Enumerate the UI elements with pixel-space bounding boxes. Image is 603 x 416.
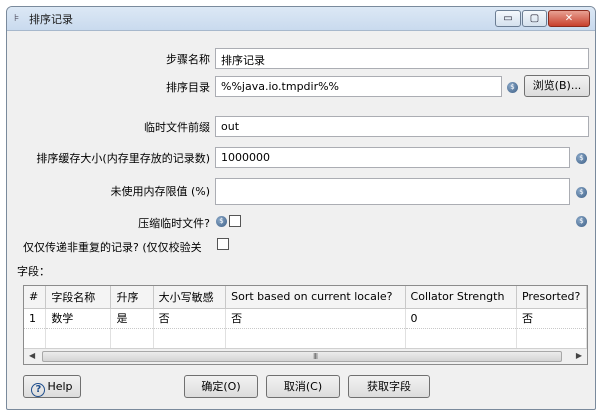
table-cell[interactable] [153, 328, 227, 349]
scroll-right-icon[interactable]: ▶ [576, 351, 582, 360]
step-name-label: 步骤名称 [166, 53, 210, 66]
ok-button[interactable]: 确定(O) [184, 375, 258, 398]
scroll-left-icon[interactable]: ◀ [29, 351, 35, 360]
browse-button[interactable]: 浏览(B)... [524, 75, 590, 97]
horizontal-scrollbar[interactable]: ◀ III ▶ [24, 348, 587, 364]
tmp-prefix-input[interactable]: out [215, 116, 589, 137]
table-row[interactable]: 1 数学 是 否 否 0 否 [24, 308, 587, 329]
sort-size-label: 排序缓存大小(内存里存放的记录数) [36, 152, 210, 165]
unique-rows-label: 仅仅传递非重复的记录? (仅仅校验关 [23, 241, 202, 254]
help-icon: ? [31, 383, 46, 397]
minimize-button[interactable]: ▭ [495, 10, 521, 27]
variable-icon[interactable]: $ [576, 216, 587, 227]
column-header[interactable]: Collator Strength [405, 286, 517, 309]
tmp-prefix-label: 临时文件前缀 [144, 121, 210, 134]
cancel-button[interactable]: 取消(C) [266, 375, 340, 398]
compress-label: 压缩临时文件? [138, 217, 210, 230]
help-button[interactable]: ? Help [23, 375, 81, 398]
table-cell[interactable]: 数学 [45, 308, 112, 329]
column-header[interactable]: 升序 [110, 286, 154, 309]
help-label: Help [47, 380, 73, 393]
variable-icon[interactable]: $ [576, 187, 587, 198]
get-fields-button[interactable]: 获取字段 [348, 375, 430, 398]
column-header[interactable]: # [24, 286, 47, 309]
sort-size-input[interactable]: 1000000 [215, 147, 570, 168]
table-cell[interactable] [110, 328, 154, 349]
table-header-row: # 字段名称 升序 大小写敏感 Sort based on current lo… [24, 286, 587, 309]
scroll-thumb[interactable]: III [42, 351, 562, 362]
table-cell[interactable]: 0 [405, 308, 517, 329]
variable-icon[interactable]: $ [507, 82, 518, 93]
sort-dir-label: 排序目录 [166, 81, 210, 94]
table-cell[interactable]: 否 [153, 308, 227, 329]
table-cell[interactable] [405, 328, 517, 349]
table-cell[interactable]: 否 [516, 308, 587, 329]
table-cell[interactable]: 否 [225, 308, 406, 329]
table-cell[interactable] [516, 328, 587, 349]
window-title: 排序记录 [29, 13, 73, 26]
table-cell[interactable] [225, 328, 406, 349]
table-cell[interactable] [45, 328, 112, 349]
sort-dir-input[interactable]: %%java.io.tmpdir%% [215, 76, 502, 97]
unique-rows-checkbox[interactable] [217, 238, 229, 250]
step-name-input[interactable]: 排序记录 [215, 48, 589, 69]
app-icon: ⊧ [14, 13, 20, 24]
column-header[interactable]: 字段名称 [45, 286, 112, 309]
fields-label: 字段： [17, 265, 50, 278]
fields-table: # 字段名称 升序 大小写敏感 Sort based on current lo… [23, 285, 588, 365]
free-mem-input[interactable] [215, 178, 570, 205]
sort-rows-dialog: ⊧ 排序记录 ▭ ▢ ✕ 步骤名称 排序记录 排序目录 %%java.io.tm… [6, 6, 596, 410]
table-cell[interactable]: 是 [110, 308, 154, 329]
variable-icon[interactable]: $ [576, 153, 587, 164]
free-mem-label: 未使用内存限值 (%) [110, 185, 210, 198]
column-header[interactable]: Sort based on current locale? [225, 286, 406, 309]
maximize-button[interactable]: ▢ [522, 10, 547, 27]
table-cell[interactable]: 1 [24, 308, 47, 329]
column-header[interactable]: Presorted? [516, 286, 587, 309]
close-button[interactable]: ✕ [548, 10, 590, 27]
compress-checkbox[interactable] [229, 215, 241, 227]
scroll-grip: III [313, 352, 318, 361]
column-header[interactable]: 大小写敏感 [153, 286, 227, 309]
table-cell[interactable] [24, 328, 47, 349]
variable-icon[interactable]: $ [216, 216, 227, 227]
table-row[interactable] [24, 328, 587, 349]
title-bar[interactable]: ⊧ 排序记录 ▭ ▢ ✕ [7, 7, 595, 31]
